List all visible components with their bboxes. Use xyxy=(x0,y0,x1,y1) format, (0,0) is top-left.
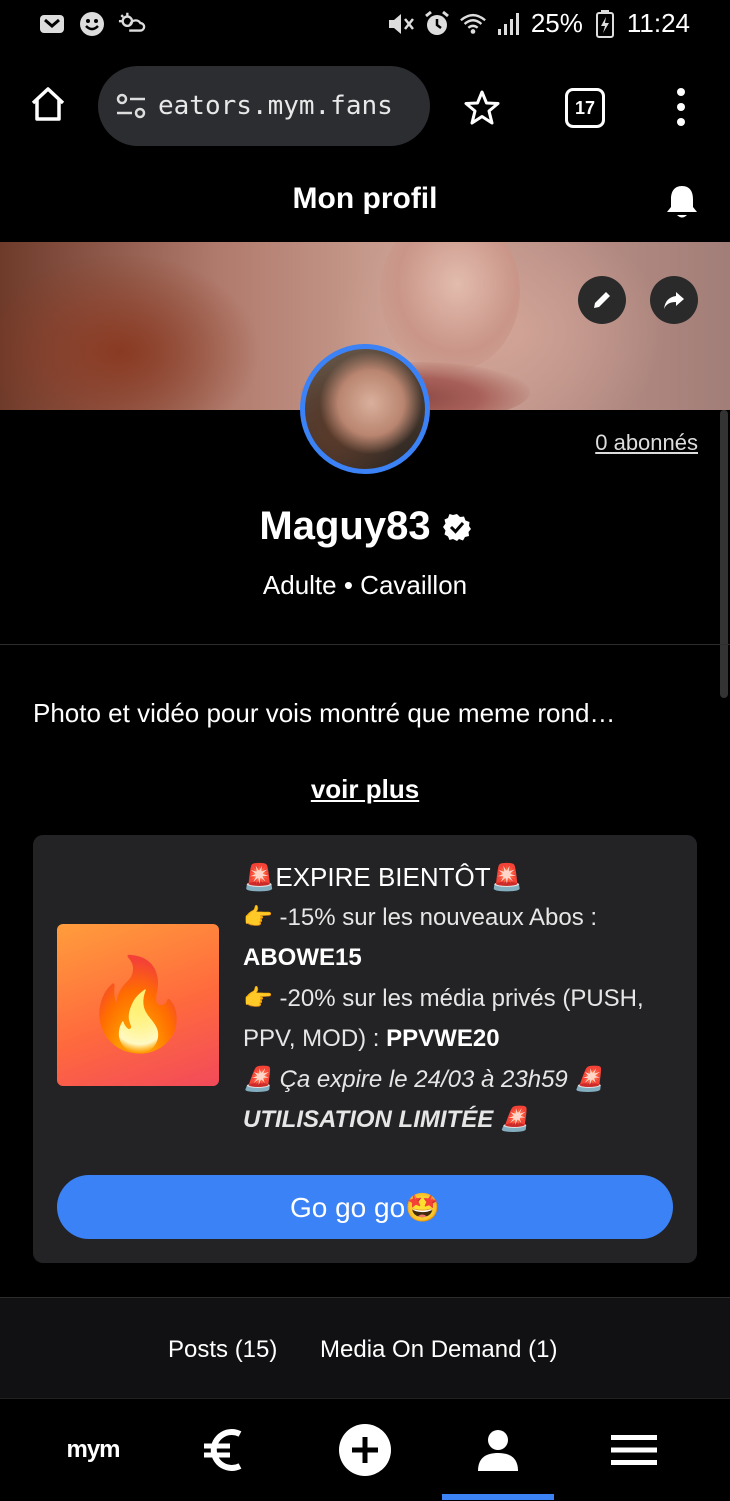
euro-icon xyxy=(204,1429,242,1471)
address-bar[interactable]: eators.mym.fans xyxy=(98,66,430,146)
see-more-link[interactable]: voir plus xyxy=(0,774,730,805)
edit-profile-button[interactable] xyxy=(578,276,626,324)
divider xyxy=(0,644,730,645)
promo-card: 🔥 🚨EXPIRE BIENTÔT🚨 👉 -15% sur les nouvea… xyxy=(33,835,697,1263)
mym-logo: mym xyxy=(66,1436,120,1463)
fire-icon: 🔥 xyxy=(81,955,195,1055)
signal-icon xyxy=(495,10,523,38)
share-arrow-icon xyxy=(664,292,684,309)
promo-image: 🔥 xyxy=(57,924,219,1086)
tab-count: 17 xyxy=(574,97,596,118)
username-row: Maguy83 xyxy=(0,504,730,549)
tab-posts[interactable]: Posts (15) xyxy=(168,1336,277,1364)
nav-menu[interactable] xyxy=(561,1399,707,1501)
promo-line-1: 👉 -15% sur les nouveaux Abos : ABOWE15 xyxy=(243,898,683,979)
bookmark-star-icon[interactable] xyxy=(462,88,502,128)
menu-icon xyxy=(611,1435,657,1465)
status-icons-right: 25% 11:24 xyxy=(387,8,690,39)
browser-toolbar: eators.mym.fans 17 xyxy=(0,60,730,152)
url-text[interactable]: eators.mym.fans xyxy=(158,91,408,121)
tab-media-on-demand[interactable]: Media On Demand (1) xyxy=(320,1336,557,1364)
mute-icon xyxy=(387,10,415,38)
promo-line-4: UTILISATION LIMITÉE 🚨 xyxy=(243,1106,530,1133)
wifi-icon xyxy=(459,10,487,38)
tab-switcher-button[interactable]: 17 xyxy=(565,88,605,128)
verified-badge-icon xyxy=(442,513,471,541)
pencil-icon xyxy=(594,292,610,308)
nav-active-indicator xyxy=(442,1494,554,1500)
promo-line-2: 👉 -20% sur les média privés (PUSH, PPV, … xyxy=(243,979,683,1060)
profile-meta: Adulte • Cavaillon xyxy=(262,570,468,600)
bottom-nav: mym xyxy=(0,1398,730,1501)
page-scrollbar[interactable] xyxy=(720,410,728,698)
subscribers-link[interactable]: 0 abonnés xyxy=(560,430,698,456)
weather-icon xyxy=(118,10,146,38)
content-tabs: Posts (15) Media On Demand (1) xyxy=(0,1298,730,1398)
profile-bio: Photo et vidéo pour vois montré que meme… xyxy=(33,698,616,728)
share-button[interactable] xyxy=(650,276,698,324)
battery-icon xyxy=(591,9,619,38)
promo-text: 🚨EXPIRE BIENTÔT🚨 👉 -15% sur les nouveaux… xyxy=(243,857,683,1141)
nav-home-logo[interactable]: mym xyxy=(20,1399,166,1501)
promo-line-1-text: 👉 -15% sur les nouveaux Abos : xyxy=(243,903,598,931)
page-header: Mon profil xyxy=(0,160,730,242)
status-bar: 25% 11:24 xyxy=(0,0,730,50)
smiley-icon xyxy=(78,10,106,38)
promo-code-2: PPVWE20 xyxy=(386,1025,500,1052)
promo-line-3: 🚨 Ça expire le 24/03 à 23h59 🚨 xyxy=(243,1065,605,1093)
notification-icon xyxy=(38,10,66,38)
promo-title: 🚨EXPIRE BIENTÔT🚨 xyxy=(243,862,524,892)
page-title: Mon profil xyxy=(292,182,438,215)
alarm-icon xyxy=(423,10,451,38)
bell-icon[interactable] xyxy=(662,182,702,222)
browser-menu-icon[interactable] xyxy=(668,86,694,128)
avatar[interactable] xyxy=(300,344,430,474)
nav-earnings[interactable] xyxy=(153,1399,299,1501)
site-settings-icon[interactable] xyxy=(114,89,148,123)
username: Maguy83 xyxy=(259,504,431,548)
promo-code-1: ABOWE15 xyxy=(243,944,362,971)
status-time: 11:24 xyxy=(626,8,690,38)
banner-photo-detail xyxy=(380,242,520,372)
nav-create[interactable] xyxy=(292,1399,438,1501)
promo-cta-button[interactable]: Go go go🤩 xyxy=(57,1175,673,1239)
battery-percent: 25% xyxy=(530,8,583,38)
nav-profile[interactable] xyxy=(425,1399,571,1501)
profile-icon xyxy=(478,1430,518,1471)
plus-icon xyxy=(339,1424,391,1476)
home-icon[interactable] xyxy=(28,84,68,124)
status-icons-left xyxy=(38,10,146,38)
